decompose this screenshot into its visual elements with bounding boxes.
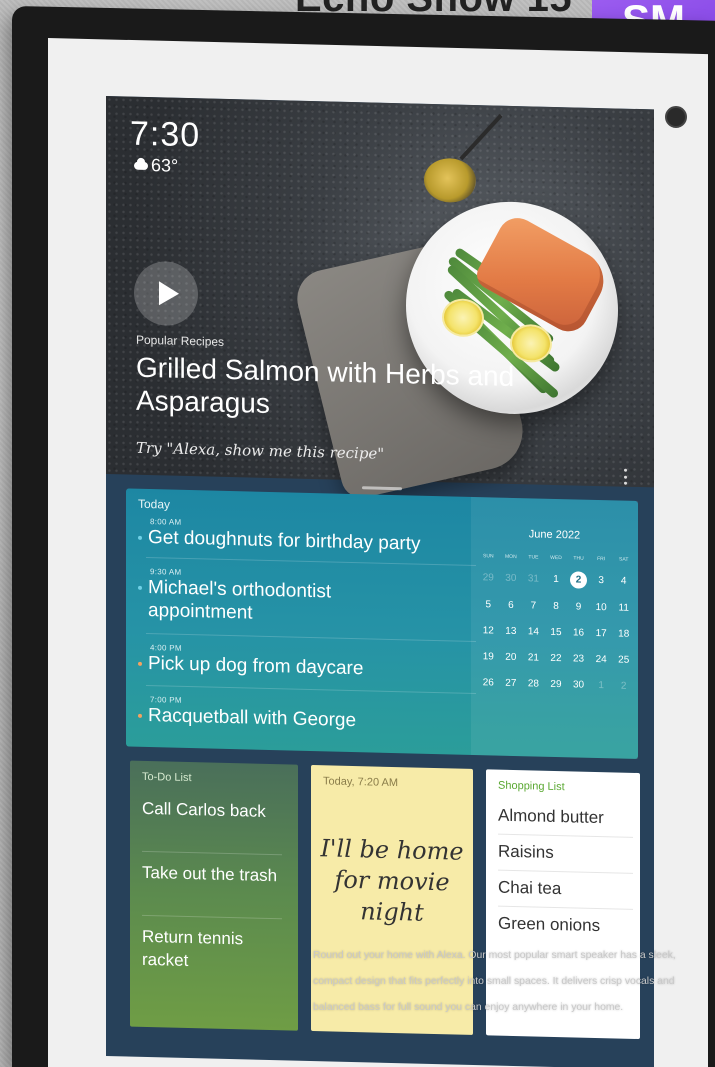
calendar-widget[interactable]: Today 8:00 AM Get doughnuts for birthday… — [126, 488, 638, 760]
event-dot-icon — [138, 585, 142, 590]
camera-icon — [665, 106, 687, 128]
calendar-day[interactable]: 30 — [567, 678, 590, 693]
calendar-day[interactable]: 10 — [590, 601, 613, 616]
calendar-weekday: TUE — [528, 554, 539, 561]
shopping-item[interactable]: Green onions — [498, 914, 633, 937]
todo-item[interactable]: Take out the trash — [142, 861, 282, 887]
calendar-day[interactable]: 3 — [590, 574, 613, 590]
recipe-title: Grilled Salmon with Herbs and Asparagus — [136, 351, 515, 420]
spoon-image — [459, 113, 503, 161]
calendar-day[interactable]: 7 — [522, 599, 545, 614]
calendar-weekday: MON — [505, 553, 517, 561]
divider — [146, 684, 476, 695]
calendar-day[interactable]: 24 — [590, 653, 613, 668]
clock-time: 7:30 — [130, 114, 201, 155]
calendar-day[interactable]: 29 — [477, 571, 500, 587]
play-button[interactable] — [134, 260, 198, 327]
todo-label: To-Do List — [142, 770, 192, 785]
calendar-weekday: WED — [550, 554, 562, 562]
calendar-day[interactable]: 13 — [500, 625, 523, 640]
calendar-month: June 2022 — [528, 528, 581, 542]
weather-readout: 63° — [134, 155, 178, 177]
mini-calendar[interactable]: June 2022 SUN MON TUE WED THU FRI SAT 29 30 31 1 2 3… — [471, 496, 638, 760]
calendar-day[interactable]: 2 — [567, 571, 590, 589]
todo-item[interactable]: Return tennis racket — [142, 925, 282, 974]
event-title: Racquetball with George — [148, 705, 357, 732]
calendar-day[interactable]: 9 — [567, 600, 590, 615]
calendar-day[interactable]: 11 — [612, 601, 635, 616]
lemon-image — [510, 323, 552, 363]
agenda-event[interactable]: 8:00 AM Get doughnuts for birthday party — [138, 517, 421, 556]
calendar-day[interactable]: 21 — [522, 651, 545, 666]
divider — [146, 556, 476, 567]
shopping-item[interactable]: Chai tea — [498, 878, 633, 901]
calendar-day[interactable]: 1 — [545, 573, 568, 589]
calendar-day[interactable]: 19 — [477, 650, 500, 665]
calendar-day[interactable]: 22 — [545, 652, 568, 667]
divider — [142, 914, 282, 920]
note-text: I'll be home for movie night — [320, 834, 464, 927]
todo-item[interactable]: Call Carlos back — [142, 797, 282, 823]
event-dot-icon — [138, 661, 142, 666]
shopping-label: Shopping List — [498, 779, 565, 794]
agenda-event[interactable]: 9:30 AM Michael's orthodontist appointme… — [138, 567, 378, 628]
event-title: Pick up dog from daycare — [148, 653, 364, 680]
divider — [498, 833, 633, 838]
agenda-event[interactable]: 7:00 PM Racquetball with George — [138, 695, 356, 732]
calendar-day[interactable]: 16 — [567, 626, 590, 641]
event-dot-icon — [138, 535, 142, 540]
calendar-day[interactable]: 18 — [612, 627, 635, 642]
calendar-day[interactable]: 5 — [477, 598, 500, 613]
shopping-item[interactable]: Raisins — [498, 842, 633, 865]
calendar-day[interactable]: 23 — [567, 652, 590, 667]
calendar-weekday: SUN — [483, 553, 494, 560]
divider — [498, 869, 633, 874]
divider — [498, 905, 633, 910]
calendar-day[interactable]: 17 — [590, 627, 613, 642]
recipe-hero[interactable]: 7:30 63° Popular Recipes Grilled Salmon … — [106, 96, 654, 502]
temperature: 63° — [151, 155, 179, 176]
calendar-day[interactable]: 15 — [545, 626, 568, 641]
calendar-day[interactable]: 14 — [522, 625, 545, 640]
event-dot-icon — [138, 713, 142, 718]
calendar-weekday: THU — [573, 555, 584, 562]
recipe-category: Popular Recipes — [136, 332, 225, 349]
divider — [142, 850, 282, 856]
calendar-day[interactable]: 4 — [612, 574, 635, 590]
more-options-icon[interactable] — [624, 468, 628, 485]
calendar-day[interactable]: 1 — [590, 679, 613, 694]
lemon-image — [442, 298, 484, 338]
agenda-event[interactable]: 4:00 PM Pick up dog from daycare — [138, 643, 363, 681]
calendar-day[interactable]: 2 — [612, 679, 635, 694]
todo-list-card[interactable]: To-Do List Call Carlos back Take out the… — [130, 760, 298, 1031]
cloud-icon — [134, 161, 148, 170]
calendar-day[interactable]: 29 — [545, 678, 568, 693]
calendar-day[interactable]: 31 — [522, 572, 545, 588]
shopping-item[interactable]: Almond butter — [498, 806, 633, 829]
calendar-day[interactable]: 12 — [477, 624, 500, 639]
calendar-day[interactable]: 8 — [545, 600, 568, 615]
calendar-weekday: FRI — [597, 556, 606, 563]
device-screen: 7:30 63° Popular Recipes Grilled Salmon … — [106, 96, 654, 1067]
note-timestamp: Today, 7:20 AM — [323, 775, 399, 790]
event-title: Michael's orthodontist appointment — [148, 577, 332, 624]
calendar-day[interactable]: 30 — [500, 572, 523, 588]
oil-cup-image — [424, 157, 476, 204]
calendar-weekday: SAT — [619, 556, 629, 563]
calendar-day[interactable]: 25 — [612, 653, 635, 668]
calendar-day[interactable]: 27 — [500, 677, 523, 692]
calendar-day[interactable]: 28 — [522, 677, 545, 692]
calendar-day[interactable]: 26 — [477, 676, 500, 691]
divider — [146, 632, 476, 643]
calendar-day[interactable]: 6 — [500, 599, 523, 614]
agenda-label: Today — [138, 496, 171, 512]
product-description: Round out your home with Alexa. Our most… — [313, 950, 676, 1013]
play-icon — [158, 281, 179, 306]
calendar-grid: SUN MON TUE WED THU FRI SAT 29 30 31 1 2 3 4 5 6 7 8 9 10 11… — [477, 553, 635, 694]
calendar-day[interactable]: 20 — [500, 651, 523, 666]
